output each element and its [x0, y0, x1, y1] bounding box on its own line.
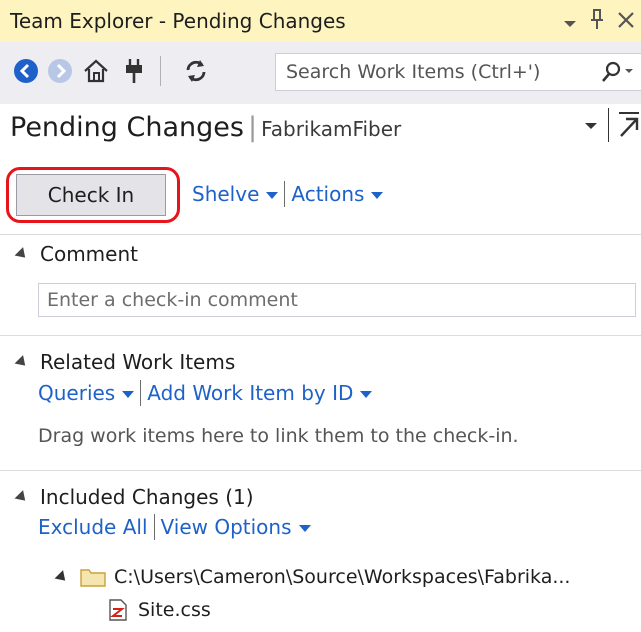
refresh-icon[interactable] — [180, 55, 212, 87]
comment-placeholder: Enter a check-in comment — [47, 289, 298, 311]
page-title: Pending Changes — [10, 112, 244, 143]
search-work-items-input[interactable]: Search Work Items (Ctrl+') — [275, 53, 641, 91]
dropdown-icon[interactable] — [563, 10, 577, 34]
view-options-link[interactable]: View Options — [161, 515, 311, 539]
section-divider — [0, 335, 641, 336]
chevron-down-icon — [266, 192, 279, 199]
undock-icon[interactable] — [608, 108, 641, 142]
file-name: Site.css — [138, 599, 211, 621]
related-links: Queries Add Work Item by ID — [38, 380, 373, 406]
css-file-icon — [108, 599, 128, 621]
window-title: Team Explorer - Pending Changes — [10, 9, 346, 33]
comment-section-header[interactable]: Comment — [14, 241, 138, 267]
file-tree-row[interactable]: Site.css — [108, 599, 211, 621]
search-placeholder: Search Work Items (Ctrl+') — [286, 61, 541, 83]
header-separator: | — [247, 112, 258, 143]
queries-link[interactable]: Queries — [38, 381, 135, 405]
related-work-items-header[interactable]: Related Work Items — [14, 349, 236, 375]
page-dropdown-icon[interactable] — [584, 116, 598, 135]
check-in-button[interactable]: Check In — [16, 174, 166, 216]
folder-tree-row[interactable]: C:\Users\Cameron\Source\Workspaces\Fabri… — [54, 566, 571, 588]
back-icon[interactable] — [10, 55, 42, 87]
section-divider — [0, 234, 641, 235]
expand-triangle-icon[interactable] — [54, 569, 70, 585]
chevron-down-icon — [298, 525, 311, 532]
action-links: Shelve Actions — [192, 181, 384, 207]
folder-icon — [80, 567, 106, 587]
toolbar-separator — [160, 56, 161, 86]
collapse-triangle-icon — [14, 246, 30, 262]
comment-section-title: Comment — [40, 242, 138, 266]
view-options-label: View Options — [160, 515, 292, 539]
included-changes-title: Included Changes (1) — [40, 485, 254, 509]
exclude-all-link[interactable]: Exclude All — [38, 515, 148, 539]
header-controls — [584, 108, 641, 142]
project-name: FabrikamFiber — [261, 117, 402, 141]
folder-path: C:\Users\Cameron\Source\Workspaces\Fabri… — [114, 566, 571, 588]
window-controls — [563, 8, 635, 35]
home-icon[interactable] — [80, 55, 112, 87]
collapse-triangle-icon — [14, 489, 30, 505]
title-bar: Team Explorer - Pending Changes — [0, 0, 641, 42]
chevron-down-icon — [360, 391, 373, 398]
section-divider — [0, 470, 641, 471]
pin-icon[interactable] — [589, 8, 605, 35]
toolbar: Search Work Items (Ctrl+') — [0, 42, 641, 104]
drag-work-items-hint: Drag work items here to link them to the… — [38, 425, 519, 447]
related-work-items-title: Related Work Items — [40, 350, 236, 374]
included-links: Exclude All View Options — [38, 514, 311, 540]
checkin-comment-field[interactable]: Enter a check-in comment — [38, 283, 636, 317]
link-separator — [153, 514, 155, 540]
actions-link[interactable]: Actions — [291, 182, 384, 206]
page-header: Pending Changes | FabrikamFiber — [10, 112, 401, 152]
add-work-item-by-id-link[interactable]: Add Work Item by ID — [147, 381, 373, 405]
chevron-down-icon — [371, 192, 384, 199]
collapse-triangle-icon — [14, 354, 30, 370]
link-separator — [140, 380, 142, 406]
queries-label: Queries — [38, 381, 116, 405]
shelve-label: Shelve — [192, 182, 260, 206]
chevron-down-icon — [122, 391, 135, 398]
search-icon[interactable] — [599, 60, 633, 84]
add-work-item-label: Add Work Item by ID — [147, 381, 354, 405]
actions-label: Actions — [291, 182, 365, 206]
included-changes-header[interactable]: Included Changes (1) — [14, 484, 254, 510]
link-separator — [284, 181, 286, 207]
shelve-link[interactable]: Shelve — [192, 182, 279, 206]
connect-icon[interactable] — [118, 55, 150, 87]
forward-icon[interactable] — [44, 55, 76, 87]
close-icon[interactable] — [617, 10, 635, 34]
